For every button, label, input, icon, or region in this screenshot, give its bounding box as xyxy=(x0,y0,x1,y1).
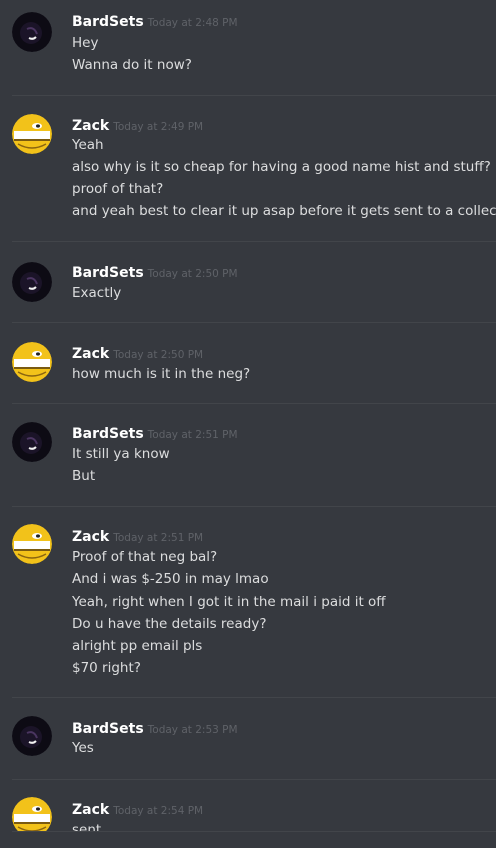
message-text: Yeah, right when I got it in the mail i … xyxy=(72,594,386,610)
message-timestamp: Today at 2:48 PM xyxy=(147,17,238,29)
message-author[interactable]: BardSets xyxy=(72,426,144,442)
message-divider xyxy=(12,241,496,242)
bardsets-avatar-icon[interactable] xyxy=(12,262,52,302)
message-text: Exactly xyxy=(72,285,122,301)
message-divider xyxy=(12,95,496,96)
message-text: Yeah xyxy=(72,137,104,153)
message-author[interactable]: BardSets xyxy=(72,14,144,30)
message-text: And i was $-250 in may lmao xyxy=(72,571,269,587)
message-text: how much is it in the neg? xyxy=(72,366,251,382)
message-timestamp: Today at 2:54 PM xyxy=(113,805,204,817)
message-text: Wanna do it now? xyxy=(72,57,192,73)
message-divider xyxy=(12,779,496,780)
bardsets-avatar-icon[interactable] xyxy=(12,716,52,756)
bardsets-avatar-icon[interactable] xyxy=(12,12,52,52)
message-text: Hey xyxy=(72,35,99,51)
message-text: $70 right? xyxy=(72,660,141,676)
message-author[interactable]: BardSets xyxy=(72,265,144,281)
message-author[interactable]: Zack xyxy=(72,118,109,134)
message-divider xyxy=(12,697,496,698)
bardsets-avatar-icon[interactable] xyxy=(12,422,52,462)
message-text: But xyxy=(72,468,96,484)
message-timestamp: Today at 2:51 PM xyxy=(147,429,238,441)
message-author[interactable]: Zack xyxy=(72,346,109,362)
message-text: proof of that? xyxy=(72,181,164,197)
zack-avatar-icon[interactable] xyxy=(12,342,52,382)
chat-messages: BardSets Today at 2:48 PM Hey Wanna do it… xyxy=(0,0,496,848)
message-author[interactable]: Zack xyxy=(72,529,109,545)
bottom-fade xyxy=(0,832,496,848)
message-author[interactable]: BardSets xyxy=(72,721,144,737)
message-text: Yes xyxy=(72,740,94,756)
message-timestamp: Today at 2:50 PM xyxy=(147,268,238,280)
message-text: alright pp email pls xyxy=(72,638,203,654)
message-divider xyxy=(12,506,496,507)
message-timestamp: Today at 2:50 PM xyxy=(113,349,204,361)
message-timestamp: Today at 2:53 PM xyxy=(147,724,238,736)
zack-avatar-icon[interactable] xyxy=(12,524,52,564)
message-author[interactable]: Zack xyxy=(72,802,109,818)
message-timestamp: Today at 2:49 PM xyxy=(113,121,204,133)
message-text: Proof of that neg bal? xyxy=(72,549,218,565)
zack-avatar-icon[interactable] xyxy=(12,114,52,154)
message-text: Do u have the details ready? xyxy=(72,616,267,632)
message-timestamp: Today at 2:51 PM xyxy=(113,532,204,544)
message-divider xyxy=(12,403,496,404)
message-divider xyxy=(12,322,496,323)
message-text: also why is it so cheap for having a goo… xyxy=(72,159,491,175)
message-text: and yeah best to clear it up asap before… xyxy=(72,203,496,219)
message-text: It still ya know xyxy=(72,446,170,462)
